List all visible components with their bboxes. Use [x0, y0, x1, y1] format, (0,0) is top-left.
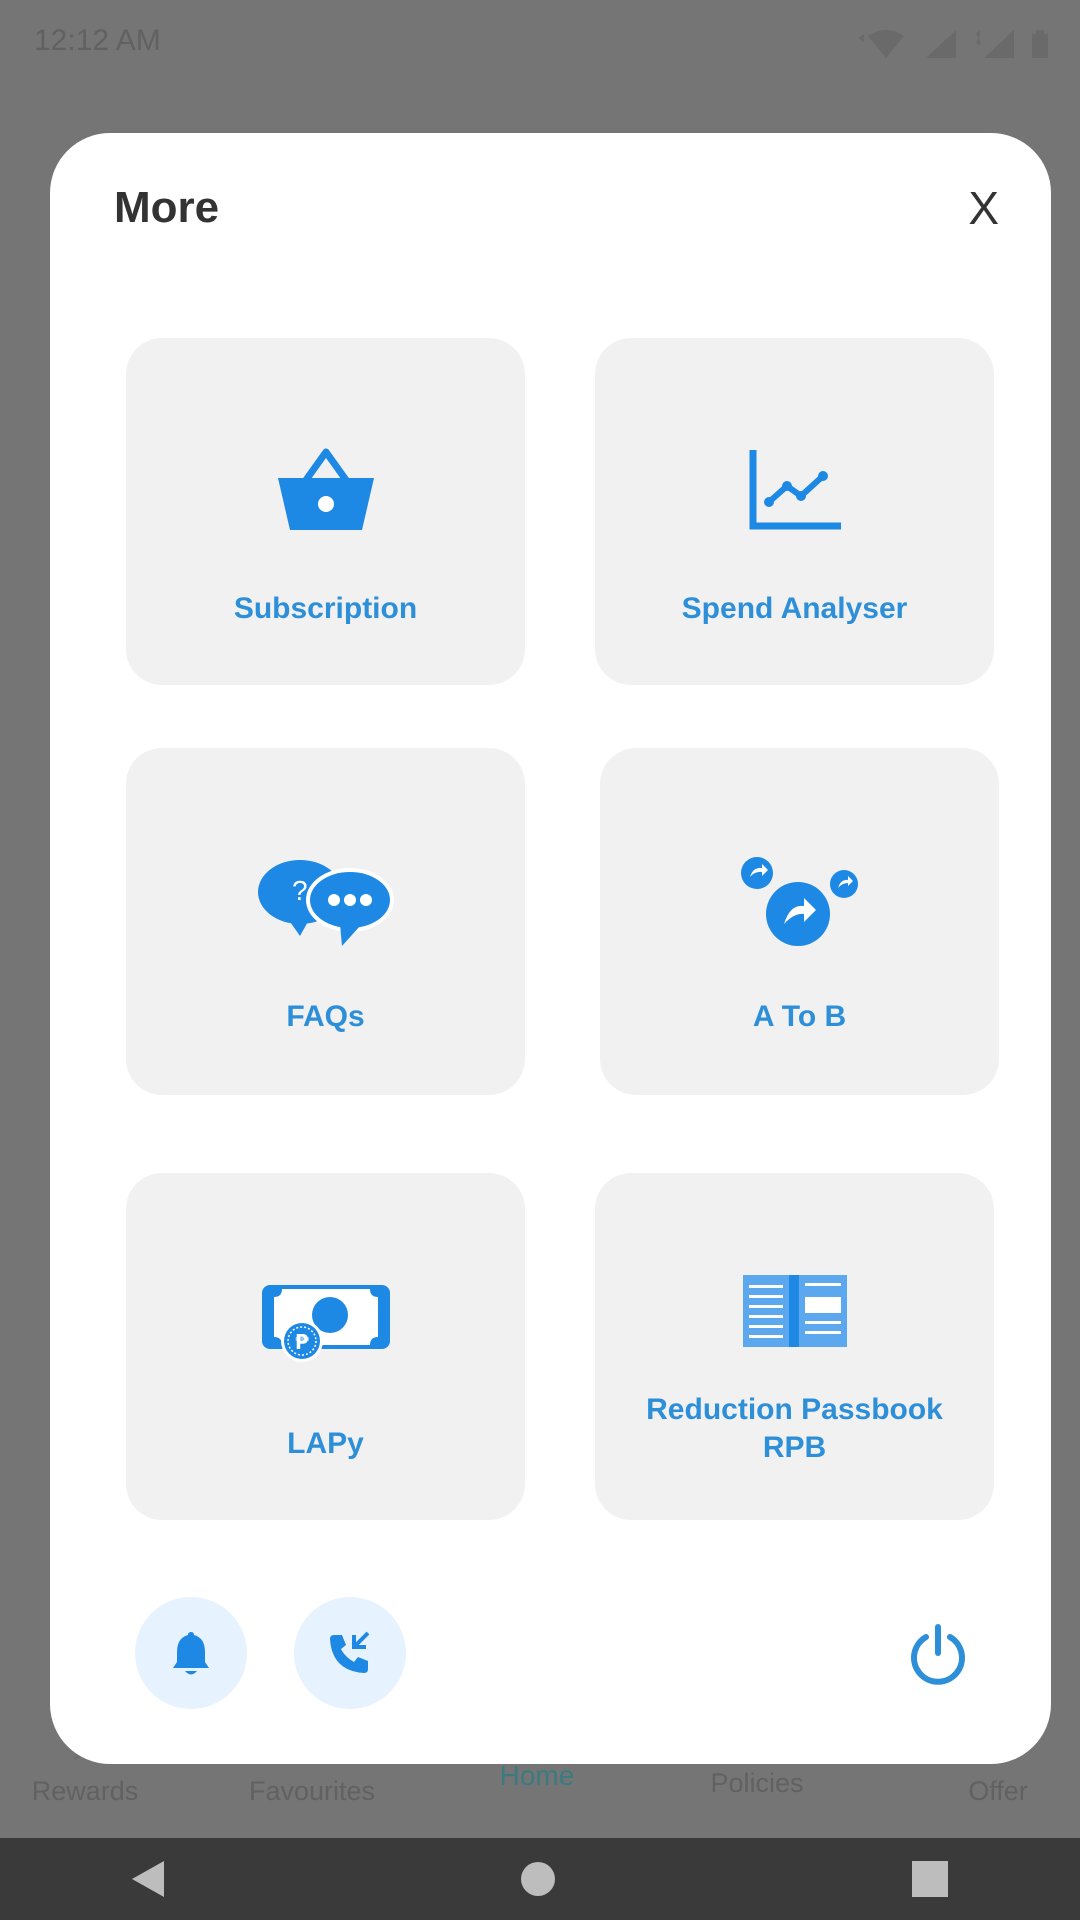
tile-spend-analyser-icon-wrap	[595, 448, 994, 532]
tile-spend-analyser[interactable]: Spend Analyser	[595, 338, 994, 685]
wifi-icon	[858, 30, 904, 58]
basket-icon	[277, 448, 374, 530]
home-button[interactable]	[478, 1838, 598, 1920]
battery-icon	[1032, 30, 1048, 58]
tile-faqs-icon-wrap: ?	[126, 856, 525, 948]
tile-subscription-label: Subscription	[233, 592, 418, 625]
system-nav-bar	[0, 1838, 1080, 1920]
nav-label-offer: Offer	[968, 1776, 1028, 1806]
line-chart-icon	[749, 450, 841, 530]
tile-lapy[interactable]: ₱ LAPy	[126, 1173, 525, 1520]
more-modal: More X Subscription Spend Analyser ? FAQ…	[50, 133, 1051, 1764]
nav-label-rewards: Rewards	[31, 1776, 139, 1806]
tile-reduction-passbook[interactable]: Reduction Passbook RPB	[595, 1173, 994, 1520]
tile-faqs-label: FAQs	[286, 1000, 365, 1033]
status-time: 12:12 AM	[34, 24, 161, 57]
recents-button[interactable]	[870, 1838, 990, 1920]
logout-power-button[interactable]	[898, 1615, 978, 1695]
tile-a-to-b[interactable]: A To B	[600, 748, 999, 1095]
back-button[interactable]	[88, 1838, 208, 1920]
back-triangle-icon	[132, 1861, 164, 1897]
notifications-button[interactable]	[135, 1597, 247, 1709]
svg-text:?: ?	[292, 875, 308, 906]
tile-lapy-icon-wrap: ₱	[126, 1283, 525, 1363]
tile-lapy-label: LAPy	[287, 1427, 364, 1460]
tile-faqs[interactable]: ? FAQs	[126, 748, 525, 1095]
phone-callback-icon	[330, 1631, 370, 1673]
tile-spend-analyser-label: Spend Analyser	[681, 592, 908, 625]
modal-title: More	[114, 183, 220, 232]
tile-reduction-passbook-icon-wrap	[595, 1273, 994, 1349]
svg-text:₱: ₱	[295, 1330, 309, 1354]
signal-icon-2	[976, 30, 1014, 58]
home-circle-icon	[521, 1862, 555, 1896]
tile-a-to-b-label: A To B	[752, 1000, 847, 1033]
share-bubbles-icon	[740, 857, 858, 946]
tile-subscription-icon-wrap	[126, 448, 525, 534]
call-button[interactable]	[294, 1597, 406, 1709]
status-icons	[854, 28, 1050, 60]
nav-label-favourites: Favourites	[248, 1776, 376, 1806]
tile-a-to-b-icon-wrap	[600, 856, 999, 948]
cash-icon: ₱	[261, 1285, 390, 1362]
tile-reduction-passbook-label: Reduction Passbook RPB	[646, 1393, 943, 1464]
status-bar: 12:12 AM	[0, 0, 1080, 84]
passbook-icon	[742, 1275, 847, 1347]
chat-bubbles-icon: ?	[257, 860, 394, 946]
close-button[interactable]: X	[968, 181, 999, 235]
bell-icon	[173, 1632, 209, 1675]
signal-icon	[926, 30, 956, 58]
nav-label-home: Home	[499, 1760, 575, 1791]
nav-label-policies: Policies	[710, 1768, 804, 1798]
tile-subscription[interactable]: Subscription	[126, 338, 525, 685]
recents-square-icon	[912, 1861, 948, 1897]
power-icon	[911, 1624, 965, 1685]
